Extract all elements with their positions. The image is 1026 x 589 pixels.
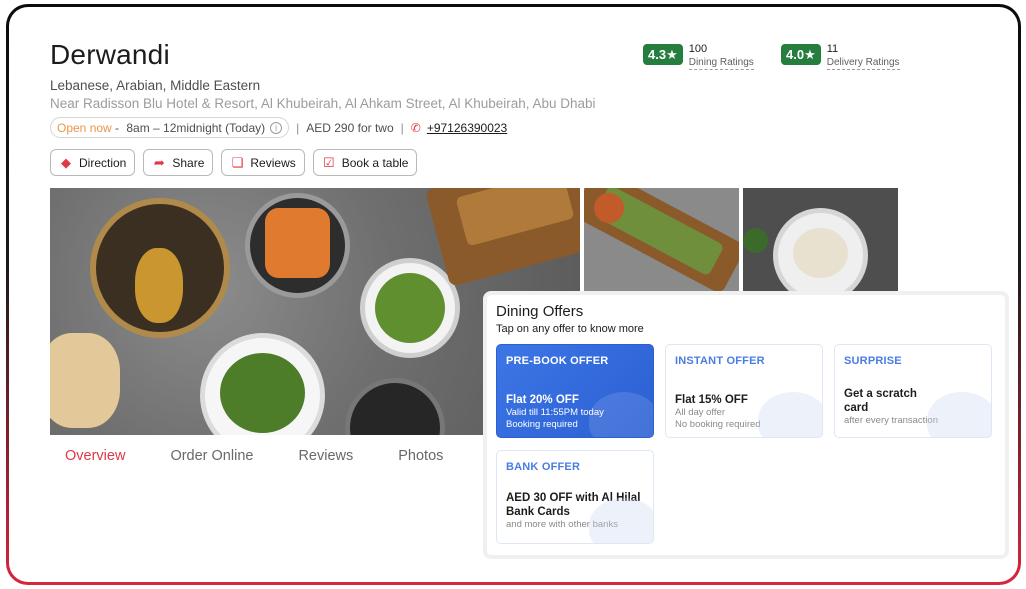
hours-pill[interactable]: Open now - 8am – 12midnight (Today) i xyxy=(50,117,290,138)
divider: | xyxy=(400,120,404,135)
tab-overview[interactable]: Overview xyxy=(65,448,125,464)
offer-decoration-icon xyxy=(758,392,822,437)
share-label: Share xyxy=(172,155,205,170)
plate-image xyxy=(220,353,305,433)
offer-decoration-icon xyxy=(927,392,991,437)
restaurant-address: Near Radisson Blu Hotel & Resort, Al Khu… xyxy=(50,96,596,111)
info-row: Open now - 8am – 12midnight (Today) i | … xyxy=(50,117,507,138)
offers-subtitle: Tap on any offer to know more xyxy=(496,323,644,335)
info-icon[interactable]: i xyxy=(270,121,283,134)
delivery-rating-label: Delivery Ratings xyxy=(826,57,900,70)
delivery-rating-badge: 4.0★ xyxy=(781,44,821,65)
restaurant-name: Derwandi xyxy=(50,39,170,70)
offer-kind: INSTANT OFFER xyxy=(675,355,765,367)
cuisine-list: Lebanese, Arabian, Middle Eastern xyxy=(50,78,261,93)
offer-kind: SURPRISE xyxy=(844,355,902,367)
section-tabs: Overview Order Online Reviews Photos xyxy=(65,448,488,464)
reviews-button[interactable]: ❏ Reviews xyxy=(221,149,305,176)
delivery-rating-count: 11 xyxy=(826,43,839,55)
dining-rating-badge: 4.3★ xyxy=(643,44,683,65)
dining-offers-panel: Dining Offers Tap on any offer to know m… xyxy=(483,291,1009,559)
cost-for-two: AED 290 for two xyxy=(306,120,394,135)
dining-rating-count: 100 xyxy=(688,43,708,55)
direction-label: Direction xyxy=(79,155,127,170)
offer-card-bank[interactable]: BANK OFFER AED 30 OFF with Al Hilal Bank… xyxy=(496,450,654,544)
offer-card-prebook[interactable]: PRE-BOOK OFFER Flat 20% OFF Valid till 1… xyxy=(496,344,654,438)
tab-reviews[interactable]: Reviews xyxy=(298,448,353,464)
dining-rating-label: Dining Ratings xyxy=(688,57,754,70)
plate-image xyxy=(594,193,624,223)
offer-kind: BANK OFFER xyxy=(506,461,581,473)
window-frame: Derwandi Lebanese, Arabian, Middle Easte… xyxy=(6,4,1021,585)
gallery-photo-3[interactable] xyxy=(743,188,898,292)
tab-photos[interactable]: Photos xyxy=(398,448,443,464)
share-icon: ➦ xyxy=(153,154,165,170)
open-status: Open now xyxy=(57,120,112,135)
offer-kind: PRE-BOOK OFFER xyxy=(506,355,609,367)
phone-link[interactable]: +97126390023 xyxy=(427,121,507,135)
plate-image xyxy=(743,228,768,253)
reviews-label: Reviews xyxy=(250,155,296,170)
plate-image xyxy=(345,378,445,435)
book-table-label: Book a table xyxy=(341,155,409,170)
dining-rating[interactable]: 4.3★ 100 Dining Ratings xyxy=(643,44,754,70)
offer-card-instant[interactable]: INSTANT OFFER Flat 15% OFF All day offer… xyxy=(665,344,823,438)
plate-image xyxy=(265,208,330,278)
dining-rating-value: 4.3 xyxy=(648,47,667,62)
restaurant-page: Derwandi Lebanese, Arabian, Middle Easte… xyxy=(9,7,1018,582)
delivery-rating-value: 4.0 xyxy=(786,47,805,62)
direction-button[interactable]: ◆ Direction xyxy=(50,149,136,176)
offers-title: Dining Offers xyxy=(496,303,584,320)
offer-card-surprise[interactable]: SURPRISE Get a scratch card after every … xyxy=(834,344,992,438)
plate-image xyxy=(375,273,445,343)
tab-order-online[interactable]: Order Online xyxy=(170,448,253,464)
plate-image xyxy=(135,248,183,323)
delivery-rating[interactable]: 4.0★ 11 Delivery Ratings xyxy=(781,44,900,70)
direction-icon: ◆ xyxy=(61,154,71,170)
hours-separator: - xyxy=(111,120,123,135)
phone-icon: ✆ xyxy=(410,120,421,135)
plate-image xyxy=(793,228,848,278)
action-buttons: ◆ Direction ➦ Share ❏ Reviews ☑ Book a t… xyxy=(50,149,418,176)
divider: | xyxy=(296,120,300,135)
share-button[interactable]: ➦ Share xyxy=(143,149,214,176)
book-table-button[interactable]: ☑ Book a table xyxy=(312,149,418,176)
plate-image xyxy=(50,333,120,428)
offer-decoration-icon xyxy=(589,498,653,543)
offer-decoration-icon xyxy=(589,392,653,437)
gallery-photo-2[interactable] xyxy=(584,188,739,292)
offer-headline: Get a scratch card xyxy=(844,388,917,414)
calendar-icon: ☑ xyxy=(322,154,335,170)
opening-hours: 8am – 12midnight (Today) xyxy=(126,120,266,135)
reviews-icon: ❏ xyxy=(231,154,244,170)
